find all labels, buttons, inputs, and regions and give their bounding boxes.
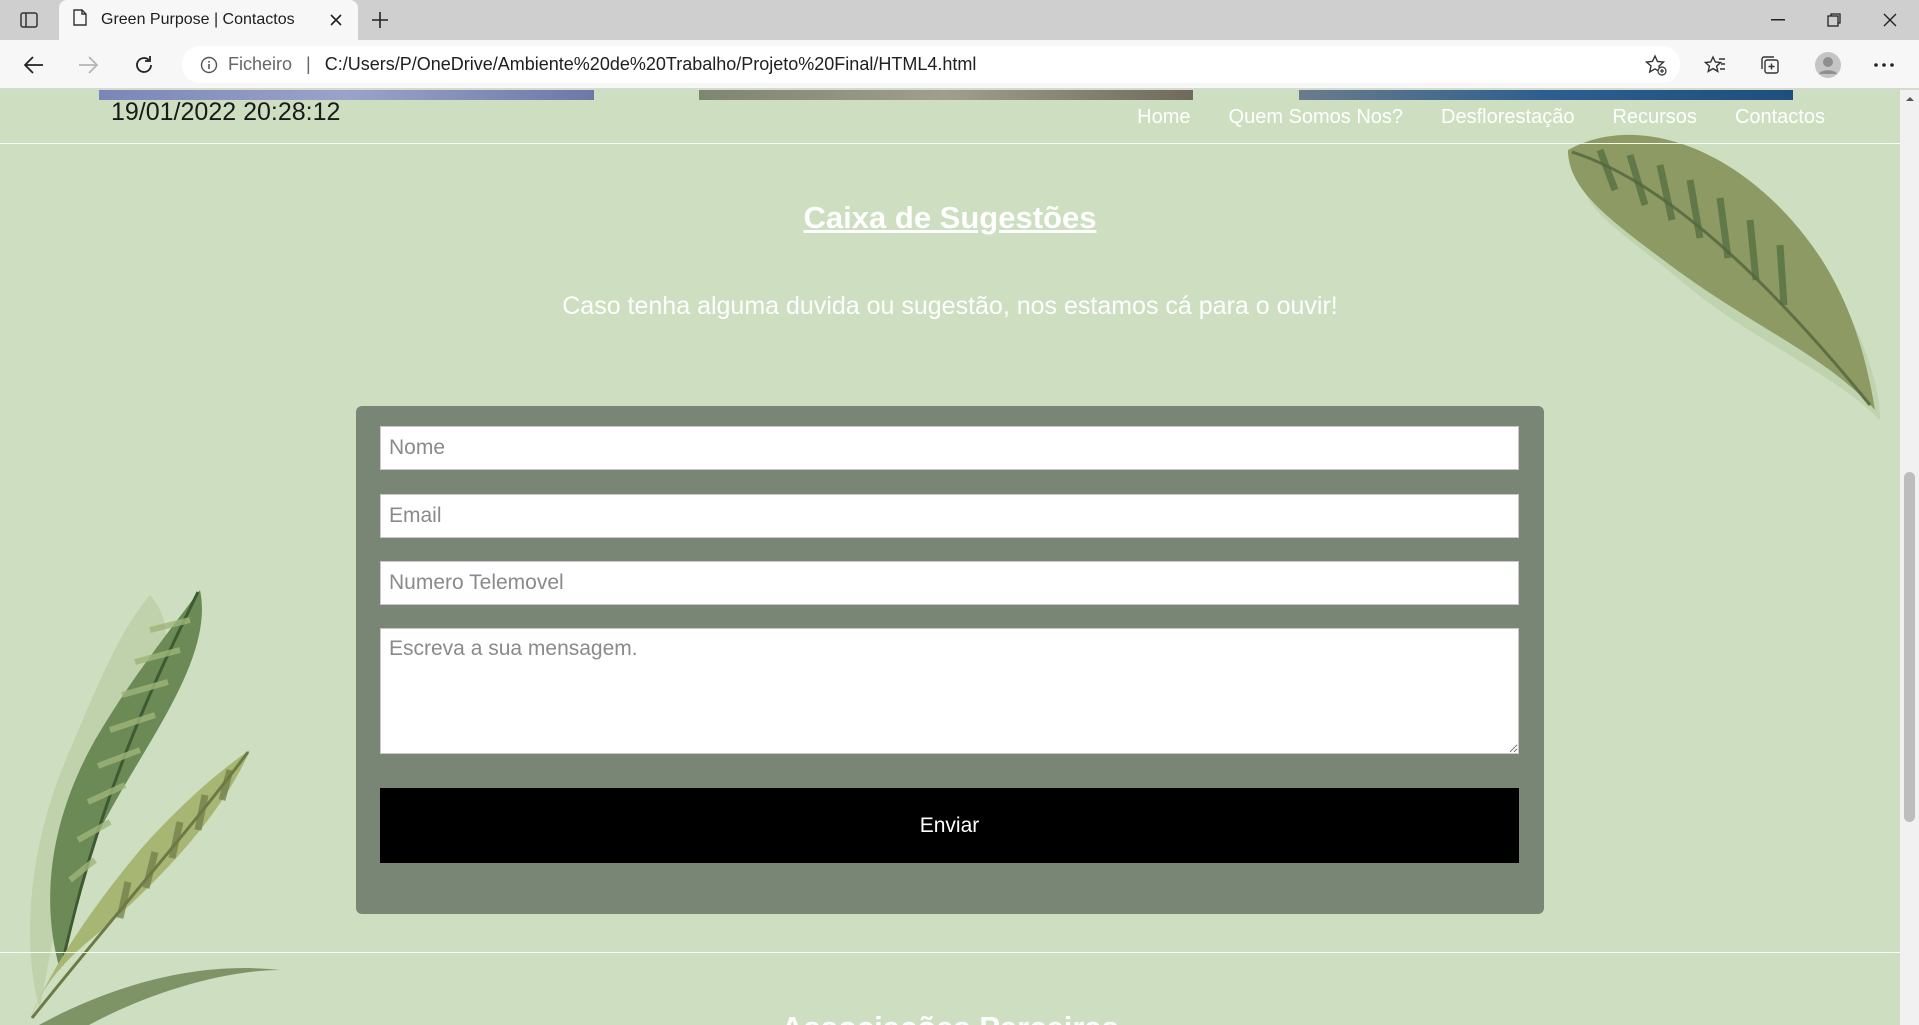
tab-actions-icon[interactable] — [14, 8, 44, 32]
refresh-icon[interactable] — [128, 49, 160, 81]
profile-icon[interactable] — [1812, 49, 1844, 81]
collections-icon[interactable] — [1754, 49, 1786, 81]
leaf-decoration-bottom-left — [30, 590, 280, 1025]
address-scheme: Ficheiro — [228, 54, 293, 74]
nav-recursos[interactable]: Recursos — [1612, 106, 1696, 129]
message-textarea[interactable] — [380, 628, 1519, 754]
partners-title: Associações Parceiras — [0, 1010, 1900, 1025]
scrollbar-thumb[interactable] — [1904, 472, 1915, 822]
tab-bar: Green Purpose | Contactos — [0, 0, 1919, 40]
browser-toolbar: Ficheiro | C:/Users/P/OneDrive/Ambiente%… — [0, 40, 1919, 89]
add-favorite-icon[interactable] — [1644, 53, 1668, 77]
back-icon[interactable] — [18, 49, 50, 81]
phone-input[interactable] — [380, 561, 1519, 605]
header-divider — [0, 143, 1900, 144]
restore-icon[interactable] — [1806, 0, 1862, 40]
page-scrollbar[interactable] — [1900, 90, 1919, 1025]
minimize-icon[interactable] — [1750, 0, 1806, 40]
plus-icon[interactable] — [366, 8, 394, 32]
browser-tab[interactable]: Green Purpose | Contactos — [59, 0, 358, 40]
page-content: 19/01/2022 20:28:12 Home Quem Somos Nos?… — [0, 90, 1900, 1025]
datetime-display: 19/01/2022 20:28:12 — [111, 98, 341, 126]
header-image-right — [1299, 90, 1793, 100]
forward-icon[interactable] — [72, 49, 104, 81]
nav-desflorestacao[interactable]: Desflorestação — [1441, 106, 1574, 129]
name-input[interactable] — [380, 426, 1519, 470]
more-icon[interactable] — [1868, 49, 1900, 81]
nav-quem-somos[interactable]: Quem Somos Nos? — [1229, 106, 1404, 129]
nav-contactos[interactable]: Contactos — [1735, 106, 1825, 129]
header-image-middle — [699, 90, 1193, 100]
nav-home[interactable]: Home — [1137, 106, 1190, 129]
address-url[interactable]: C:/Users/P/OneDrive/Ambiente%20de%20Trab… — [325, 54, 977, 75]
close-icon[interactable] — [326, 10, 346, 30]
address-bar[interactable]: Ficheiro | C:/Users/P/OneDrive/Ambiente%… — [182, 46, 1680, 83]
page-icon — [73, 9, 87, 31]
info-icon[interactable] — [198, 54, 220, 76]
tab-title: Green Purpose | Contactos — [101, 11, 295, 28]
suggestions-title: Caixa de Sugestões — [803, 200, 1097, 235]
scroll-up-icon[interactable] — [1904, 94, 1915, 104]
email-input[interactable] — [380, 494, 1519, 538]
close-window-icon[interactable] — [1862, 0, 1918, 40]
section-divider — [0, 952, 1900, 953]
suggestions-form: Enviar — [356, 406, 1544, 914]
address-separator: | — [306, 54, 311, 74]
favorites-icon[interactable] — [1699, 49, 1731, 81]
main-nav: Home Quem Somos Nos? Desflorestação Recu… — [1137, 106, 1825, 129]
suggestions-subtitle: Caso tenha alguma duvida ou sugestão, no… — [562, 292, 1338, 320]
submit-button[interactable]: Enviar — [380, 788, 1519, 863]
